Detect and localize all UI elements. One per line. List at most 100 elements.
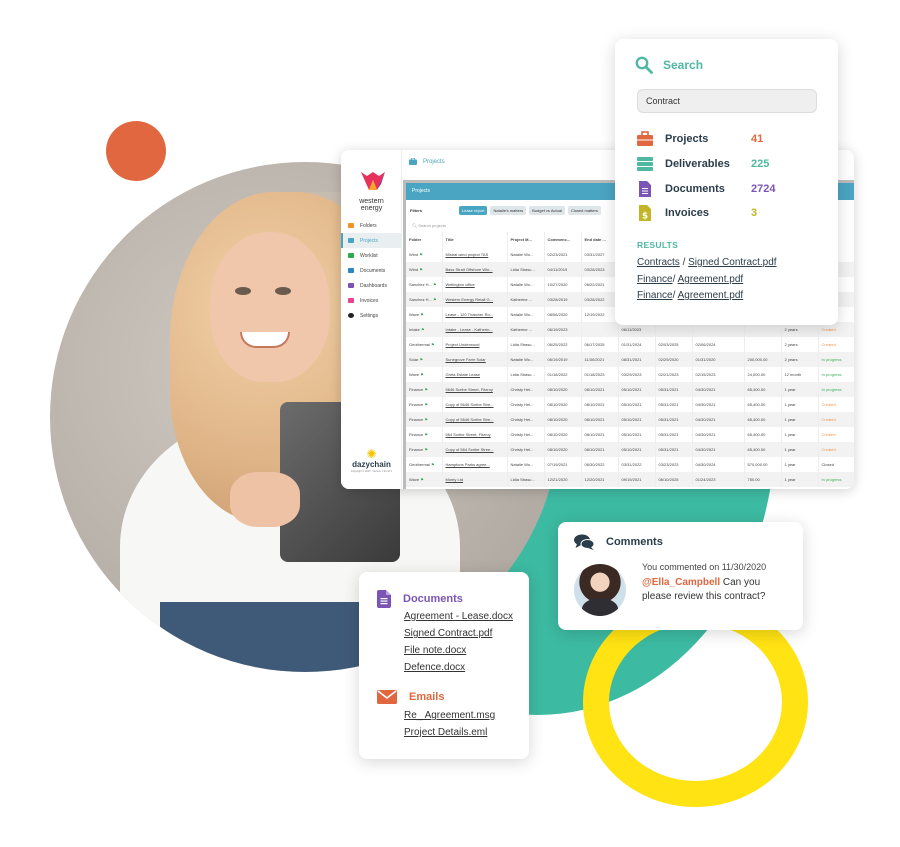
- table-row[interactable]: Finance ⚑ Copy of 564 Scribe Stree... Chri…: [406, 442, 854, 457]
- table-cell: 03/31/2022: [618, 457, 656, 472]
- search-category-deliverables[interactable]: Deliverables 225: [637, 154, 769, 174]
- table-row[interactable]: Geothermal ⚑ Hamptons Parks agree... Natal…: [406, 457, 854, 472]
- project-title-link[interactable]: Western Energy Retail G...: [442, 292, 508, 307]
- flag-icon: ⚑: [423, 387, 428, 392]
- column-header[interactable]: Project M...: [507, 232, 545, 247]
- document-link[interactable]: Agreement - Lease.docx: [404, 611, 513, 622]
- project-title-link[interactable]: Lease - 120 Thatcher Ro...: [442, 307, 508, 322]
- result-folder[interactable]: Contracts: [637, 257, 680, 268]
- table-cell: 04/30/2024: [692, 457, 745, 472]
- sidebar-item-worklist[interactable]: Worklist: [341, 248, 402, 263]
- result-file[interactable]: Signed Contract.pdf: [688, 257, 776, 268]
- table-cell: 02/29/2020: [655, 352, 693, 367]
- document-link[interactable]: File note.docx: [404, 645, 466, 656]
- table-row[interactable]: Wave ⚑ Monty Ltd Lidia Strasc... 12/21/2020…: [406, 472, 854, 487]
- table-cell: 1 year: [781, 457, 819, 472]
- breadcrumb[interactable]: Projects: [409, 158, 445, 165]
- breadcrumb-label: Projects: [423, 158, 445, 165]
- table-cell: 06/19/2023: [544, 322, 582, 337]
- sidebar-item-label: Documents: [360, 267, 386, 274]
- search-result-link[interactable]: Contracts / Signed Contract.pdf: [637, 257, 777, 268]
- filter-chip[interactable]: Budget vs Actual: [529, 205, 565, 215]
- sidebar-item-folders[interactable]: Folders: [341, 218, 402, 233]
- column-header[interactable]: Title: [442, 232, 508, 247]
- table-cell: 08/31/2021: [618, 352, 656, 367]
- sidebar-item-label: Invoices: [360, 297, 379, 304]
- project-title-link[interactable]: Mistral wind project TAS: [442, 247, 508, 262]
- project-title-link[interactable]: 5646 Scribe Street, Fitzroy: [442, 382, 508, 397]
- project-title-link[interactable]: Intake - Lease - Katherin...: [442, 322, 508, 337]
- status-badge: Closed: [818, 457, 854, 472]
- table-cell: 08/10/2020: [544, 427, 582, 442]
- project-title-link[interactable]: Copy of 5646 Scribe Stre...: [442, 397, 508, 412]
- search-card-header: Search: [635, 56, 703, 74]
- table-row[interactable]: Finance ⚑ 5646 Scribe Street, Fitzroy Chri…: [406, 382, 854, 397]
- sidebar-item-settings[interactable]: Settings: [341, 308, 402, 323]
- email-link[interactable]: Project Details.eml: [404, 727, 487, 738]
- column-header[interactable]: End date ...: [581, 232, 619, 247]
- folder-name: Finance: [409, 432, 424, 437]
- table-cell: 08/10/2020: [544, 382, 582, 397]
- table-cell: 05/31/2021: [655, 382, 693, 397]
- table-cell: 08/10/2021: [581, 427, 619, 442]
- search-result-link[interactable]: Finance/ Agreement.pdf: [637, 274, 743, 285]
- sidebar-item-invoices[interactable]: Invoices: [341, 293, 402, 308]
- project-title-link[interactable]: Sunegrove Farm Solar: [442, 352, 508, 367]
- table-cell: 05/31/2021: [655, 442, 693, 457]
- project-title-link[interactable]: Copy of 564 Scribe Stree...: [442, 442, 508, 457]
- project-title-link[interactable]: Project Underwood: [442, 337, 508, 352]
- table-row[interactable]: Wave ⚑ Greta Estate Lease Lidia Strasc... 0…: [406, 367, 854, 382]
- search-category-documents[interactable]: Documents 2724: [637, 179, 775, 199]
- result-file[interactable]: Agreement.pdf: [678, 274, 744, 285]
- result-folder[interactable]: Finance: [637, 274, 673, 285]
- category-count: 41: [751, 133, 764, 145]
- project-title-link[interactable]: Greta Estate Lease: [442, 367, 508, 382]
- table-cell: Natalie Wo...: [507, 352, 545, 367]
- search-card-title: Search: [663, 58, 704, 72]
- table-cell: Christy Hel...: [507, 412, 545, 427]
- document-link[interactable]: Defence.docx: [404, 662, 465, 673]
- filter-chip[interactable]: Lease report: [459, 205, 488, 215]
- result-file[interactable]: Agreement.pdf: [678, 290, 744, 301]
- comment-meta: You commented on 11/30/2020: [642, 562, 767, 572]
- table-row[interactable]: Finance ⚑ Copy of 5646 Scribe Stre... Chri…: [406, 397, 854, 412]
- project-title-link[interactable]: Monty Ltd: [442, 472, 508, 487]
- briefcase-icon: [348, 238, 354, 243]
- search-category-projects[interactable]: Projects 41: [637, 129, 763, 149]
- document-link[interactable]: Signed Contract.pdf: [404, 628, 492, 639]
- folder-name: Wave: [409, 477, 420, 482]
- sidebar-item-documents[interactable]: Documents: [341, 263, 402, 278]
- column-header[interactable]: Commenc...: [544, 232, 582, 247]
- sidebar-nav: Folders Projects Worklist Documents Dashboar…: [341, 218, 402, 323]
- column-header[interactable]: Folder: [406, 232, 443, 247]
- status-badge: In progress: [818, 352, 854, 367]
- project-title-link[interactable]: Hamptons Parks agree...: [442, 457, 508, 472]
- flag-icon: ⚑: [431, 282, 437, 287]
- sidebar-item-dashboards[interactable]: Dashboards: [341, 278, 402, 293]
- table-row[interactable]: Finance ⚑ 564 Scribe Street, Fitzroy Chris…: [406, 427, 854, 442]
- user-mention[interactable]: @Ella_Campbell: [642, 577, 720, 588]
- project-title-link[interactable]: Copy of 5646 Scribe Stre...: [442, 412, 508, 427]
- result-folder[interactable]: Finance: [637, 290, 673, 301]
- sidebar-item-label: Dashboards: [360, 282, 387, 289]
- table-cell: 65,400.00: [744, 442, 782, 457]
- emails-title: Emails: [409, 691, 445, 703]
- filter-chip[interactable]: Closed matters: [567, 205, 601, 215]
- table-cell: 06/10/2025: [655, 472, 693, 487]
- status-badge: In progress: [818, 367, 854, 382]
- table-row[interactable]: Finance ⚑ Copy of 5646 Scribe Stre... Chri…: [406, 412, 854, 427]
- project-title-link[interactable]: Wellington office: [442, 277, 508, 292]
- search-category-invoices[interactable]: $ Invoices 3: [637, 203, 757, 223]
- briefcase-icon: [409, 158, 417, 165]
- table-cell: Wave ⚑: [406, 367, 443, 382]
- project-title-link[interactable]: 564 Scribe Street, Fitzroy: [442, 427, 508, 442]
- filter-chip[interactable]: Natalie's matters: [490, 205, 527, 215]
- sidebar-item-projects[interactable]: Projects: [341, 233, 402, 248]
- project-title-link[interactable]: Bass Strait Offshore Win...: [442, 262, 508, 277]
- table-row[interactable]: Solar ⚑ Sunegrove Farm Solar Natalie Wo...…: [406, 352, 854, 367]
- table-row[interactable]: Geothermal ⚑ Project Underwood Lidia Stras…: [406, 337, 854, 352]
- table-cell: 04/30/2021: [692, 412, 745, 427]
- search-input[interactable]: [637, 89, 817, 113]
- search-result-link[interactable]: Finance/ Agreement.pdf: [637, 290, 743, 301]
- email-link[interactable]: Re_ Agreement.msg: [404, 710, 495, 721]
